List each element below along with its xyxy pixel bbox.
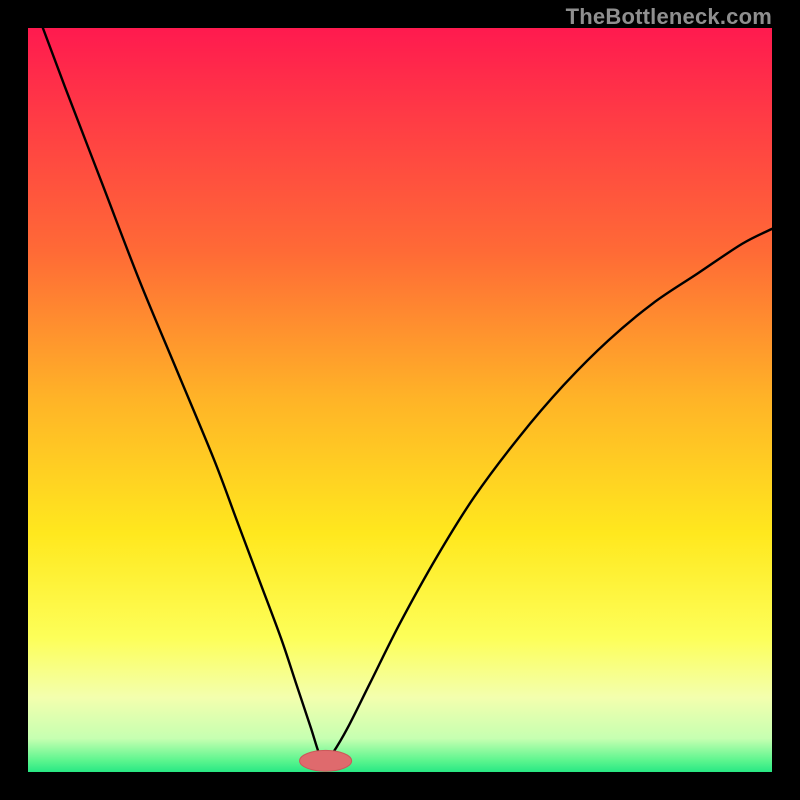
plot-area [28, 28, 772, 772]
minimum-marker [300, 750, 352, 771]
chart-frame: TheBottleneck.com [0, 0, 800, 800]
watermark-text: TheBottleneck.com [566, 4, 772, 30]
gradient-background [28, 28, 772, 772]
chart-svg [28, 28, 772, 772]
